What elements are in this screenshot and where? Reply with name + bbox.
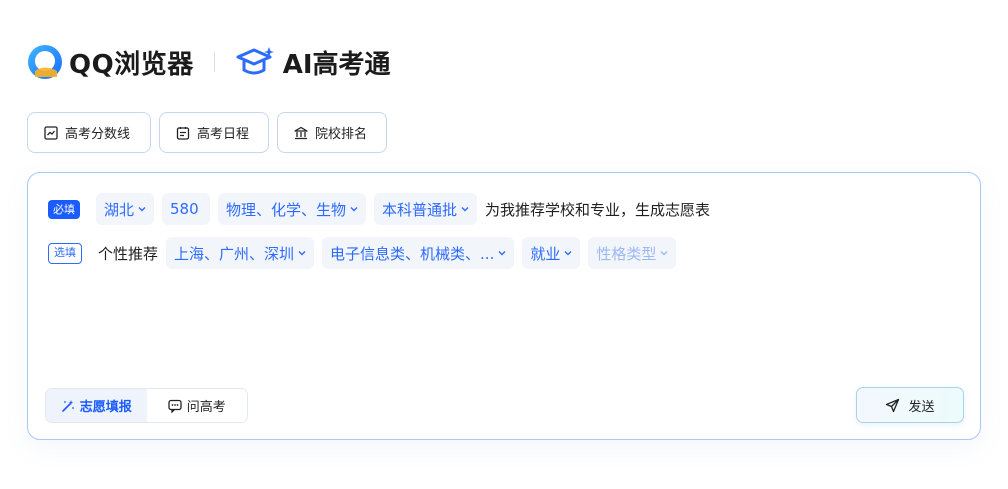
magic-wand-icon (61, 399, 74, 412)
mode-volunteer-fill-label: 志愿填报 (79, 400, 132, 415)
chat-bubble-icon (168, 399, 182, 413)
graduation-cap-icon (236, 47, 274, 75)
subjects-value: 物理、化学、生物 (226, 200, 347, 219)
batch-select[interactable]: 本科普通批 (374, 193, 478, 225)
calendar-clipboard-icon (176, 126, 190, 140)
optional-badge: 选填 (48, 242, 82, 264)
mode-switcher: 志愿填报 问高考 (45, 388, 248, 423)
chevron-down-icon (138, 207, 146, 212)
mode-ask-gaokao-label: 问高考 (186, 400, 226, 415)
send-button[interactable]: 发送 (856, 387, 964, 423)
product-name: AI高考通 (282, 49, 391, 80)
score-line-button[interactable]: 高考分数线 (27, 112, 151, 153)
personalize-label: 个性推荐 (98, 244, 159, 263)
chevron-down-icon (564, 251, 572, 256)
prompt-suffix: 为我推荐学校和专业，生成志愿表 (485, 200, 711, 219)
volunteer-input-card: 必填 湖北 物理、化学、生物 本科普通批 为我推荐学校和专业，生成志愿表 选填 … (27, 172, 981, 440)
required-badge: 必填 (48, 199, 80, 219)
personality-placeholder: 性格类型 (596, 244, 657, 263)
exam-schedule-button[interactable]: 高考日程 (159, 112, 269, 153)
personality-select[interactable]: 性格类型 (588, 237, 677, 269)
subjects-select[interactable]: 物理、化学、生物 (218, 193, 367, 225)
province-select[interactable]: 湖北 (96, 193, 155, 225)
score-input[interactable] (162, 193, 211, 225)
optional-row: 选填 个性推荐 上海、广州、深圳 电子信息类、机械类、... 就业 性格类型 (48, 237, 684, 269)
qq-browser-logo-icon (28, 45, 62, 79)
goal-value: 就业 (530, 244, 561, 263)
goal-select[interactable]: 就业 (522, 237, 581, 269)
chevron-down-icon (350, 207, 358, 212)
province-value: 湖北 (104, 200, 135, 219)
mode-ask-gaokao[interactable]: 问高考 (146, 389, 247, 422)
trend-chart-icon (44, 125, 58, 140)
chevron-down-icon (298, 251, 306, 256)
college-ranking-label: 院校排名 (315, 127, 368, 142)
brand-divider (213, 52, 215, 72)
send-label: 发送 (908, 399, 935, 415)
score-line-label: 高考分数线 (65, 127, 131, 142)
chevron-down-icon (461, 207, 469, 212)
regions-value: 上海、广州、深圳 (174, 244, 295, 263)
mode-volunteer-fill[interactable]: 志愿填报 (46, 389, 147, 422)
regions-select[interactable]: 上海、广州、深圳 (166, 237, 315, 269)
chevron-down-icon (498, 251, 506, 256)
majors-value: 电子信息类、机械类、... (330, 244, 495, 263)
brand-header: QQ浏览器 AI高考通 (27, 44, 391, 80)
exam-schedule-label: 高考日程 (197, 127, 250, 142)
chevron-down-icon (660, 251, 668, 256)
required-row: 必填 湖北 物理、化学、生物 本科普通批 为我推荐学校和专业，生成志愿表 (48, 193, 718, 225)
paper-plane-icon (886, 398, 900, 412)
browser-name: QQ浏览器 (69, 49, 194, 80)
majors-select[interactable]: 电子信息类、机械类、... (322, 237, 515, 269)
batch-value: 本科普通批 (382, 200, 458, 219)
bank-building-icon (294, 126, 308, 139)
college-ranking-button[interactable]: 院校排名 (277, 112, 387, 153)
